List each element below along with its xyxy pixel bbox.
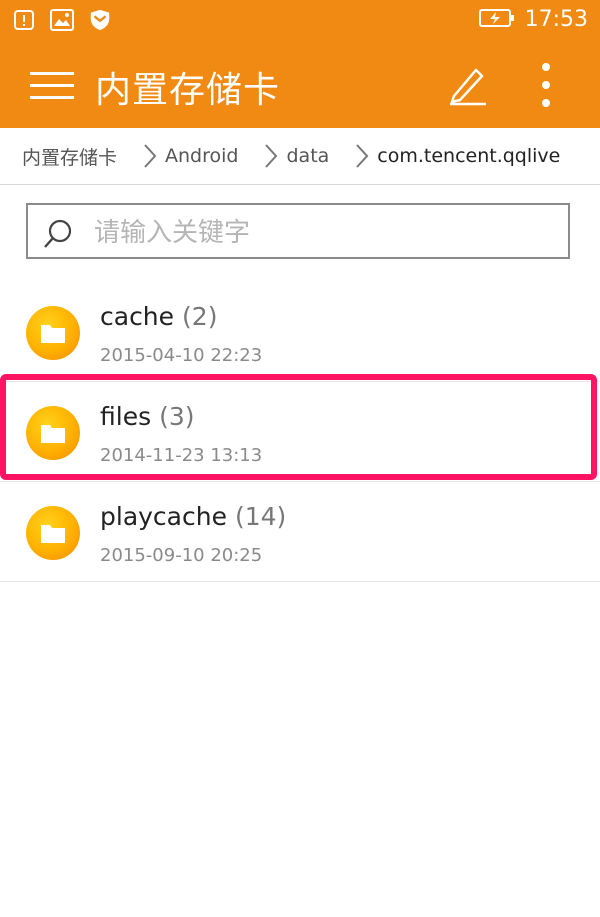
chevron-right-icon (355, 143, 369, 169)
list-item-playcache[interactable]: playcache (14) 2015-09-10 20:25 (0, 482, 600, 582)
search-box (26, 203, 570, 259)
image-icon (50, 8, 74, 32)
pencil-icon[interactable] (446, 62, 490, 106)
breadcrumb-item-root[interactable]: 内置存储卡 (0, 143, 117, 170)
status-icons-right: 17:53 (478, 7, 588, 32)
file-name: playcache (14) (100, 502, 286, 531)
file-count: (14) (234, 502, 287, 531)
folder-icon (26, 506, 80, 560)
file-date: 2015-09-10 20:25 (100, 545, 263, 566)
page-title: 内置存储卡 (95, 70, 281, 111)
file-name: cache (2) (100, 302, 217, 331)
app-bar: 内置存储卡 (0, 42, 600, 128)
chevron-right-icon (264, 143, 278, 169)
file-name: files (3) (100, 402, 195, 431)
search-icon (42, 218, 74, 250)
chevron-right-icon (143, 143, 157, 169)
more-vertical-icon[interactable] (530, 60, 562, 110)
status-bar: 17:53 (0, 0, 600, 42)
shield-icon (88, 8, 112, 32)
hamburger-menu-icon[interactable] (28, 64, 76, 108)
file-name-text: files (100, 402, 152, 431)
list-item-files[interactable]: files (3) 2014-11-23 13:13 (0, 382, 600, 482)
file-date: 2015-04-10 22:23 (100, 345, 263, 366)
battery-charging-icon (478, 8, 515, 32)
alert-icon (12, 8, 36, 32)
breadcrumb-item-android[interactable]: Android (165, 145, 238, 167)
breadcrumb-item-data[interactable]: data (286, 145, 329, 167)
folder-icon (26, 306, 80, 360)
list-item-cache[interactable]: cache (2) 2015-04-10 22:23 (0, 282, 600, 382)
status-time: 17:53 (524, 7, 588, 32)
file-name-text: playcache (100, 502, 227, 531)
file-date: 2014-11-23 13:13 (100, 445, 263, 466)
file-name-text: cache (100, 302, 175, 331)
breadcrumb-item-current[interactable]: com.tencent.qqlive (377, 145, 560, 167)
file-count: (3) (159, 402, 195, 431)
breadcrumb: 内置存储卡 Android data com.tencent.qqlive (0, 128, 600, 185)
status-icons-left (12, 8, 112, 32)
file-list: cache (2) 2015-04-10 22:23 files (3) 2014-… (0, 282, 600, 582)
search-input[interactable] (92, 213, 556, 253)
file-count: (2) (182, 302, 218, 331)
folder-icon (26, 406, 80, 460)
